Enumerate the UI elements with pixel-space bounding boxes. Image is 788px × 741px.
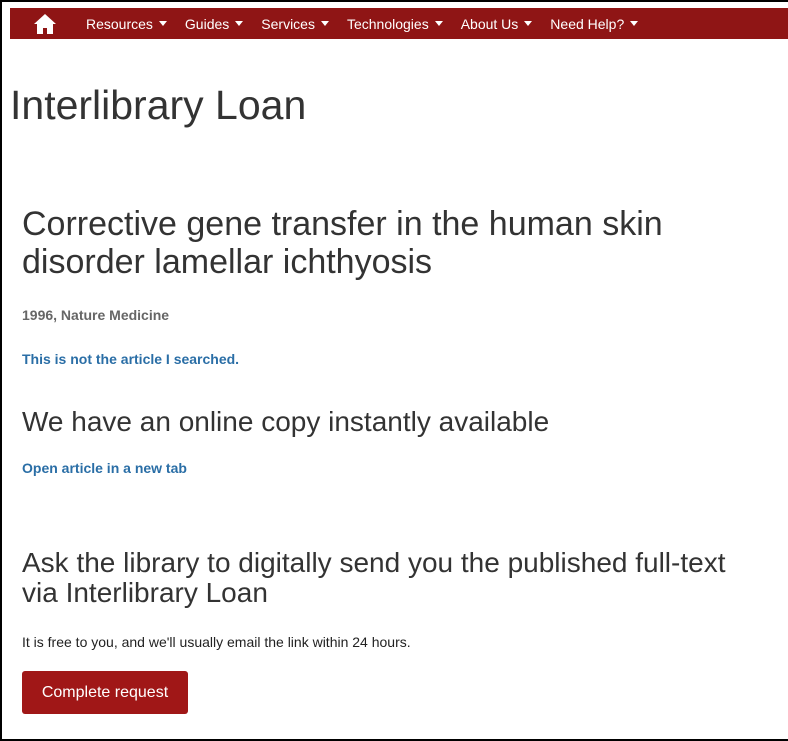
house-icon xyxy=(34,13,56,34)
article-title: Corrective gene transfer in the human sk… xyxy=(22,205,663,281)
nav-label: Resources xyxy=(86,15,153,32)
caret-down-icon xyxy=(320,21,329,26)
nav-technologies[interactable]: Technologies xyxy=(347,16,443,32)
nav-label: Services xyxy=(261,15,315,32)
home-link[interactable] xyxy=(32,12,58,36)
request-heading: Ask the library to digitally send you th… xyxy=(22,547,726,608)
nav-services[interactable]: Services xyxy=(261,16,329,32)
caret-down-icon xyxy=(434,21,443,26)
caret-down-icon xyxy=(235,21,244,26)
nav-label: Guides xyxy=(184,15,230,32)
nav-resources[interactable]: Resources xyxy=(86,16,167,32)
request-note: It is free to you, and we'll usually ema… xyxy=(22,634,411,650)
article-meta: 1996, Nature Medicine xyxy=(22,307,170,323)
nav-label: Need Help? xyxy=(550,15,625,32)
nav-need-help[interactable]: Need Help? xyxy=(550,15,639,32)
caret-down-icon xyxy=(630,21,639,26)
nav-label: Technologies xyxy=(346,15,429,32)
nav-about-us[interactable]: About Us xyxy=(461,16,533,32)
online-copy-heading: We have an online copy instantly availab… xyxy=(22,406,550,437)
nav-guides[interactable]: Guides xyxy=(184,15,244,32)
complete-request-button[interactable]: Complete request xyxy=(22,671,188,714)
top-navbar: Resources Guides Services Technologies A… xyxy=(10,8,788,39)
page-title: Interlibrary Loan xyxy=(10,82,307,128)
open-article-link[interactable]: Open article in a new tab xyxy=(22,460,187,476)
not-this-article-link[interactable]: This is not the article I searched. xyxy=(22,351,239,367)
caret-down-icon xyxy=(158,21,167,26)
caret-down-icon xyxy=(524,21,533,26)
nav-label: About Us xyxy=(460,15,519,32)
